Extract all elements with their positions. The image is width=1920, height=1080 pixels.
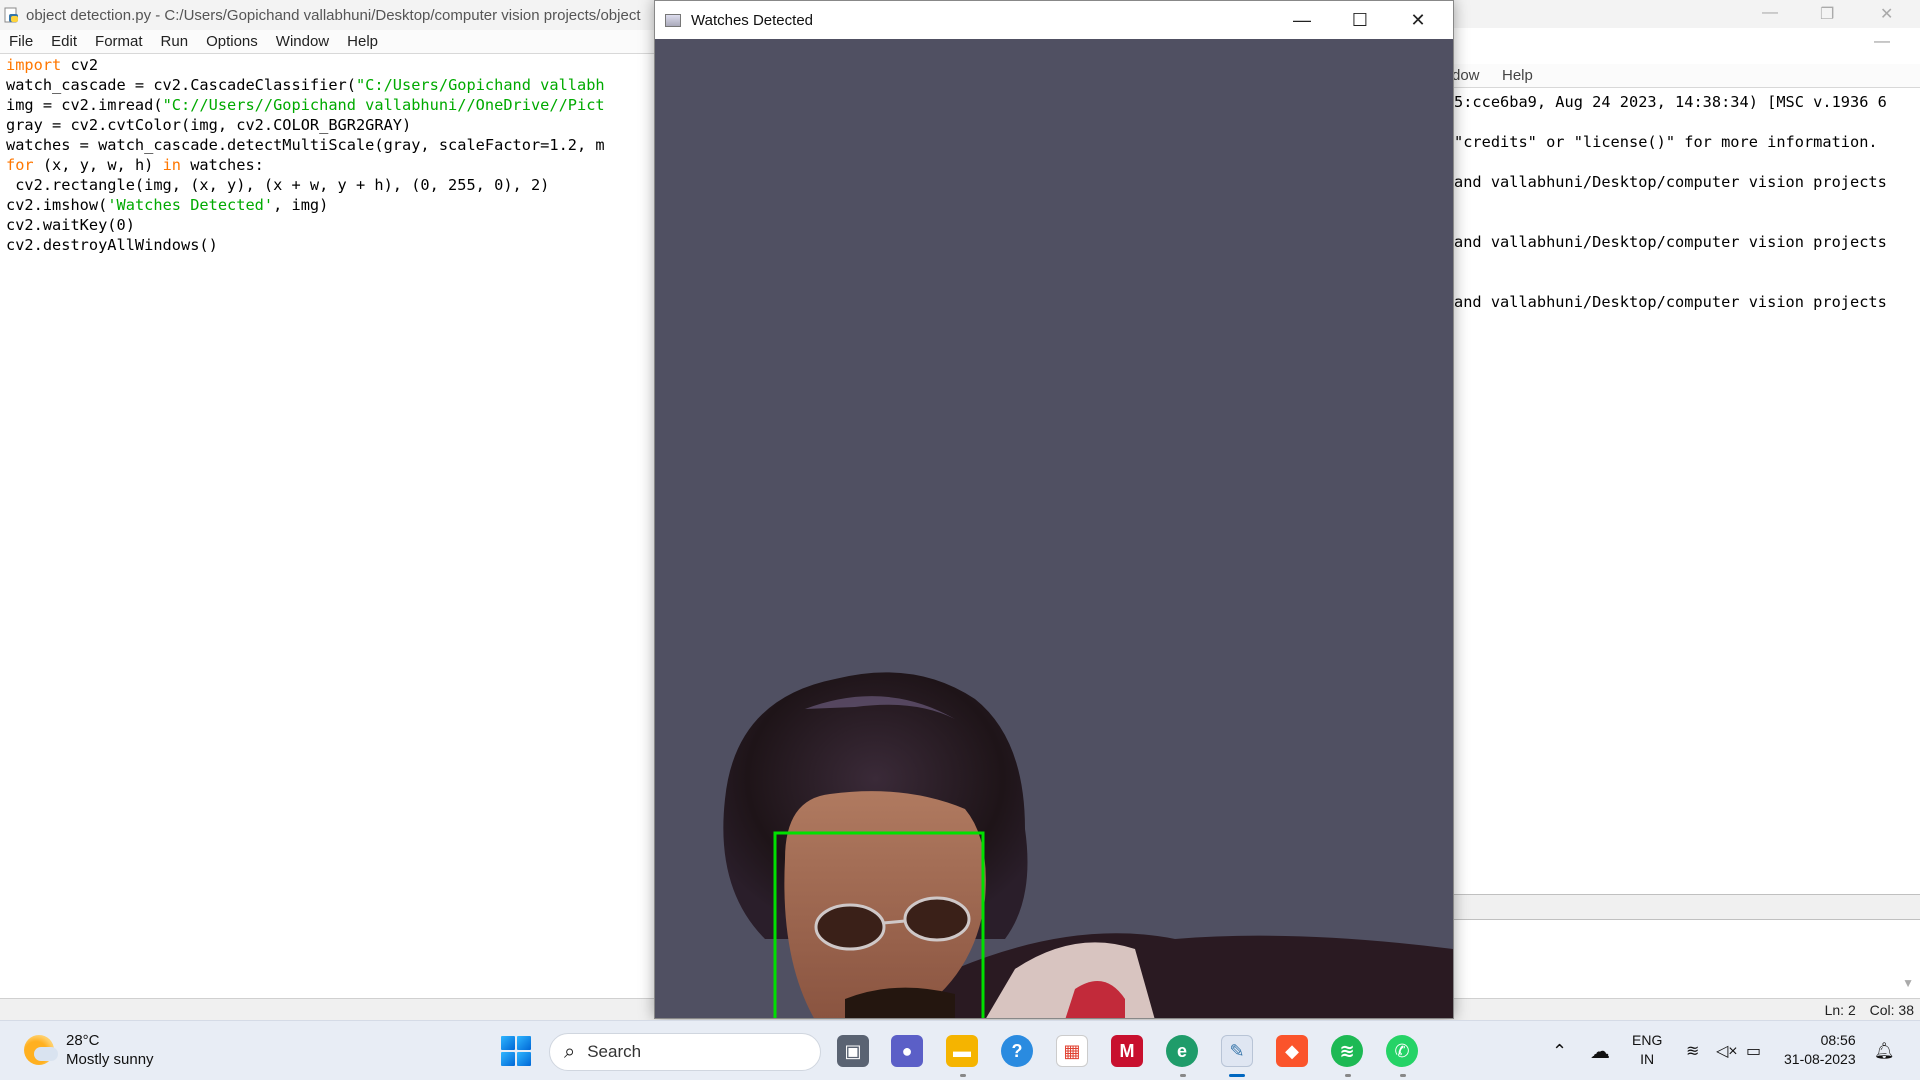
close-button[interactable]: ✕ — [1389, 1, 1447, 39]
code-line: img = cv2.imread("C://Users//Gopichand v… — [6, 96, 605, 114]
python-idle-icon[interactable]: ✎ — [1221, 1035, 1253, 1067]
spotify-icon[interactable]: ≋ — [1331, 1035, 1363, 1067]
code-line: cv2.destroyAllWindows() — [6, 236, 218, 254]
mcafee-icon[interactable]: M — [1111, 1035, 1143, 1067]
language-indicator[interactable]: ENG IN — [1632, 1031, 1662, 1069]
clock-date: 31-08-2023 — [1784, 1051, 1856, 1067]
detection-image — [655, 39, 1453, 1018]
region-code: IN — [1640, 1051, 1655, 1067]
sunglasses-right-lens — [903, 896, 971, 942]
code-line: import cv2 — [6, 56, 99, 74]
menu-options[interactable]: Options — [197, 33, 267, 50]
clock-time: 08:56 — [1820, 1032, 1856, 1048]
shell-line: and vallabhuni/Desktop/computer vision p… — [1454, 293, 1887, 311]
jacket-shape — [897, 933, 1453, 1018]
menu-format[interactable]: Format — [86, 33, 152, 50]
whatsapp-icon[interactable]: ✆ — [1386, 1035, 1418, 1067]
running-indicator — [960, 1074, 966, 1077]
weather-temp: 28°C — [66, 1032, 100, 1049]
shell-close-button[interactable]: ✕ — [1880, 4, 1893, 24]
menu-window[interactable]: Window — [267, 33, 338, 50]
shell-line: "credits" or "license()" for more inform… — [1454, 133, 1878, 151]
meet-icon[interactable]: ● — [891, 1035, 923, 1067]
taskbar: 28°C Mostly sunny ⌕ Search ▣ ● ▬ ? ▦ M e… — [0, 1020, 1920, 1080]
shell-menu-help[interactable]: Help — [1502, 67, 1533, 84]
edge-icon[interactable]: e — [1166, 1035, 1198, 1067]
clock[interactable]: 08:56 31-08-2023 — [1784, 1031, 1856, 1069]
shell-restore-button[interactable]: ❐ — [1820, 4, 1834, 24]
brave-icon[interactable]: ◆ — [1276, 1035, 1308, 1067]
code-line: cv2.waitKey(0) — [6, 216, 135, 234]
python-file-icon — [4, 7, 18, 23]
shell-lower-pane — [1454, 894, 1920, 920]
menu-run[interactable]: Run — [152, 33, 198, 50]
running-indicator — [1180, 1074, 1186, 1077]
shell-line: 5:cce6ba9, Aug 24 2023, 14:38:34) [MSC v… — [1454, 93, 1887, 111]
shell-minimize-button[interactable]: — — [1762, 4, 1778, 22]
code-line: cv2.rectangle(img, (x, y), (x + w, y + h… — [6, 176, 550, 194]
minimize-button[interactable]: — — [1273, 1, 1331, 39]
shell-menu-window[interactable]: dow — [1452, 67, 1480, 84]
language-code: ENG — [1632, 1032, 1663, 1048]
code-line: cv2.imshow('Watches Detected', img) — [6, 196, 329, 214]
python-shell-window: — ❐ ✕ — dow Help 5:cce6ba9, Aug 24 2023,… — [1400, 0, 1920, 1019]
file-explorer-icon[interactable]: ▬ — [946, 1035, 978, 1067]
start-button[interactable] — [501, 1036, 531, 1066]
watches-detected-window: Watches Detected — ☐ ✕ — [654, 0, 1454, 1019]
onedrive-cloud-icon[interactable]: ☁ — [1590, 1021, 1610, 1080]
viewer-titlebar[interactable]: Watches Detected — ☐ ✕ — [655, 1, 1453, 39]
running-indicator — [1345, 1074, 1351, 1077]
menu-help[interactable]: Help — [338, 33, 387, 50]
editor-title: object detection.py - C:/Users/Gopichand… — [26, 6, 641, 24]
editor-window: object detection.py - C:/Users/Gopichand… — [0, 0, 660, 1019]
shell-titlebar: — ❐ ✕ — [1400, 0, 1920, 28]
code-line: watches = watch_cascade.detectMultiScale… — [6, 136, 605, 154]
maximize-button[interactable]: ☐ — [1331, 1, 1389, 39]
code-line: watch_cascade = cv2.CascadeClassifier("C… — [6, 76, 605, 94]
taskbar-search[interactable]: ⌕ Search — [549, 1033, 821, 1071]
menu-edit[interactable]: Edit — [42, 33, 86, 50]
photo-person-with-sunglasses — [723, 672, 1453, 1018]
line-indicator: Ln: 2 — [1824, 1002, 1856, 1018]
menu-file[interactable]: File — [0, 33, 42, 50]
running-indicator — [1400, 1074, 1406, 1077]
search-icon: ⌕ — [564, 1040, 576, 1063]
image-window-icon — [665, 13, 681, 27]
weather-widget[interactable]: 28°C Mostly sunny — [24, 1031, 154, 1069]
code-line: gray = cv2.cvtColor(img, cv2.COLOR_BGR2G… — [6, 116, 412, 134]
shell-output[interactable]: 5:cce6ba9, Aug 24 2023, 14:38:34) [MSC v… — [1454, 92, 1887, 312]
editor-titlebar: object detection.py - C:/Users/Gopichand… — [0, 0, 659, 30]
shell-menubar: dow Help — [1400, 64, 1920, 88]
help-icon[interactable]: ? — [1001, 1035, 1033, 1067]
shell-line: and vallabhuni/Desktop/computer vision p… — [1454, 233, 1887, 251]
wifi-icon[interactable]: ≋ — [1686, 1021, 1699, 1080]
code-line: for (x, y, w, h) in watches: — [6, 156, 264, 174]
notification-bell-icon[interactable]: 🔔︎ — [1874, 1021, 1894, 1080]
scroll-down-arrow-icon[interactable]: ▼ — [1902, 976, 1914, 990]
sunglasses-bridge — [882, 919, 906, 925]
sunglasses-left-lens — [814, 903, 886, 951]
speaker-muted-icon[interactable]: ◁× — [1716, 1021, 1738, 1080]
shell-sub-minimize-button[interactable]: — — [1874, 33, 1890, 51]
weather-sun-icon — [24, 1035, 58, 1065]
microsoft-store-icon[interactable]: ▦ — [1056, 1035, 1088, 1067]
viewer-title: Watches Detected — [691, 11, 813, 29]
weather-desc: Mostly sunny — [66, 1051, 154, 1068]
code-editor[interactable]: import cv2 watch_cascade = cv2.CascadeCla… — [6, 55, 605, 255]
active-app-indicator — [1229, 1074, 1245, 1077]
task-view-icon[interactable]: ▣ — [837, 1035, 869, 1067]
column-indicator: Col: 38 — [1869, 1002, 1914, 1018]
shell-line: and vallabhuni/Desktop/computer vision p… — [1454, 173, 1887, 191]
editor-menubar: File Edit Format Run Options Window Help — [0, 30, 659, 54]
desktop: — ❐ ✕ — dow Help 5:cce6ba9, Aug 24 2023,… — [0, 0, 1920, 1080]
chevron-up-icon[interactable]: ⌃ — [1552, 1021, 1567, 1080]
search-placeholder: Search — [587, 1042, 642, 1061]
battery-icon[interactable]: ▭ — [1746, 1021, 1761, 1080]
